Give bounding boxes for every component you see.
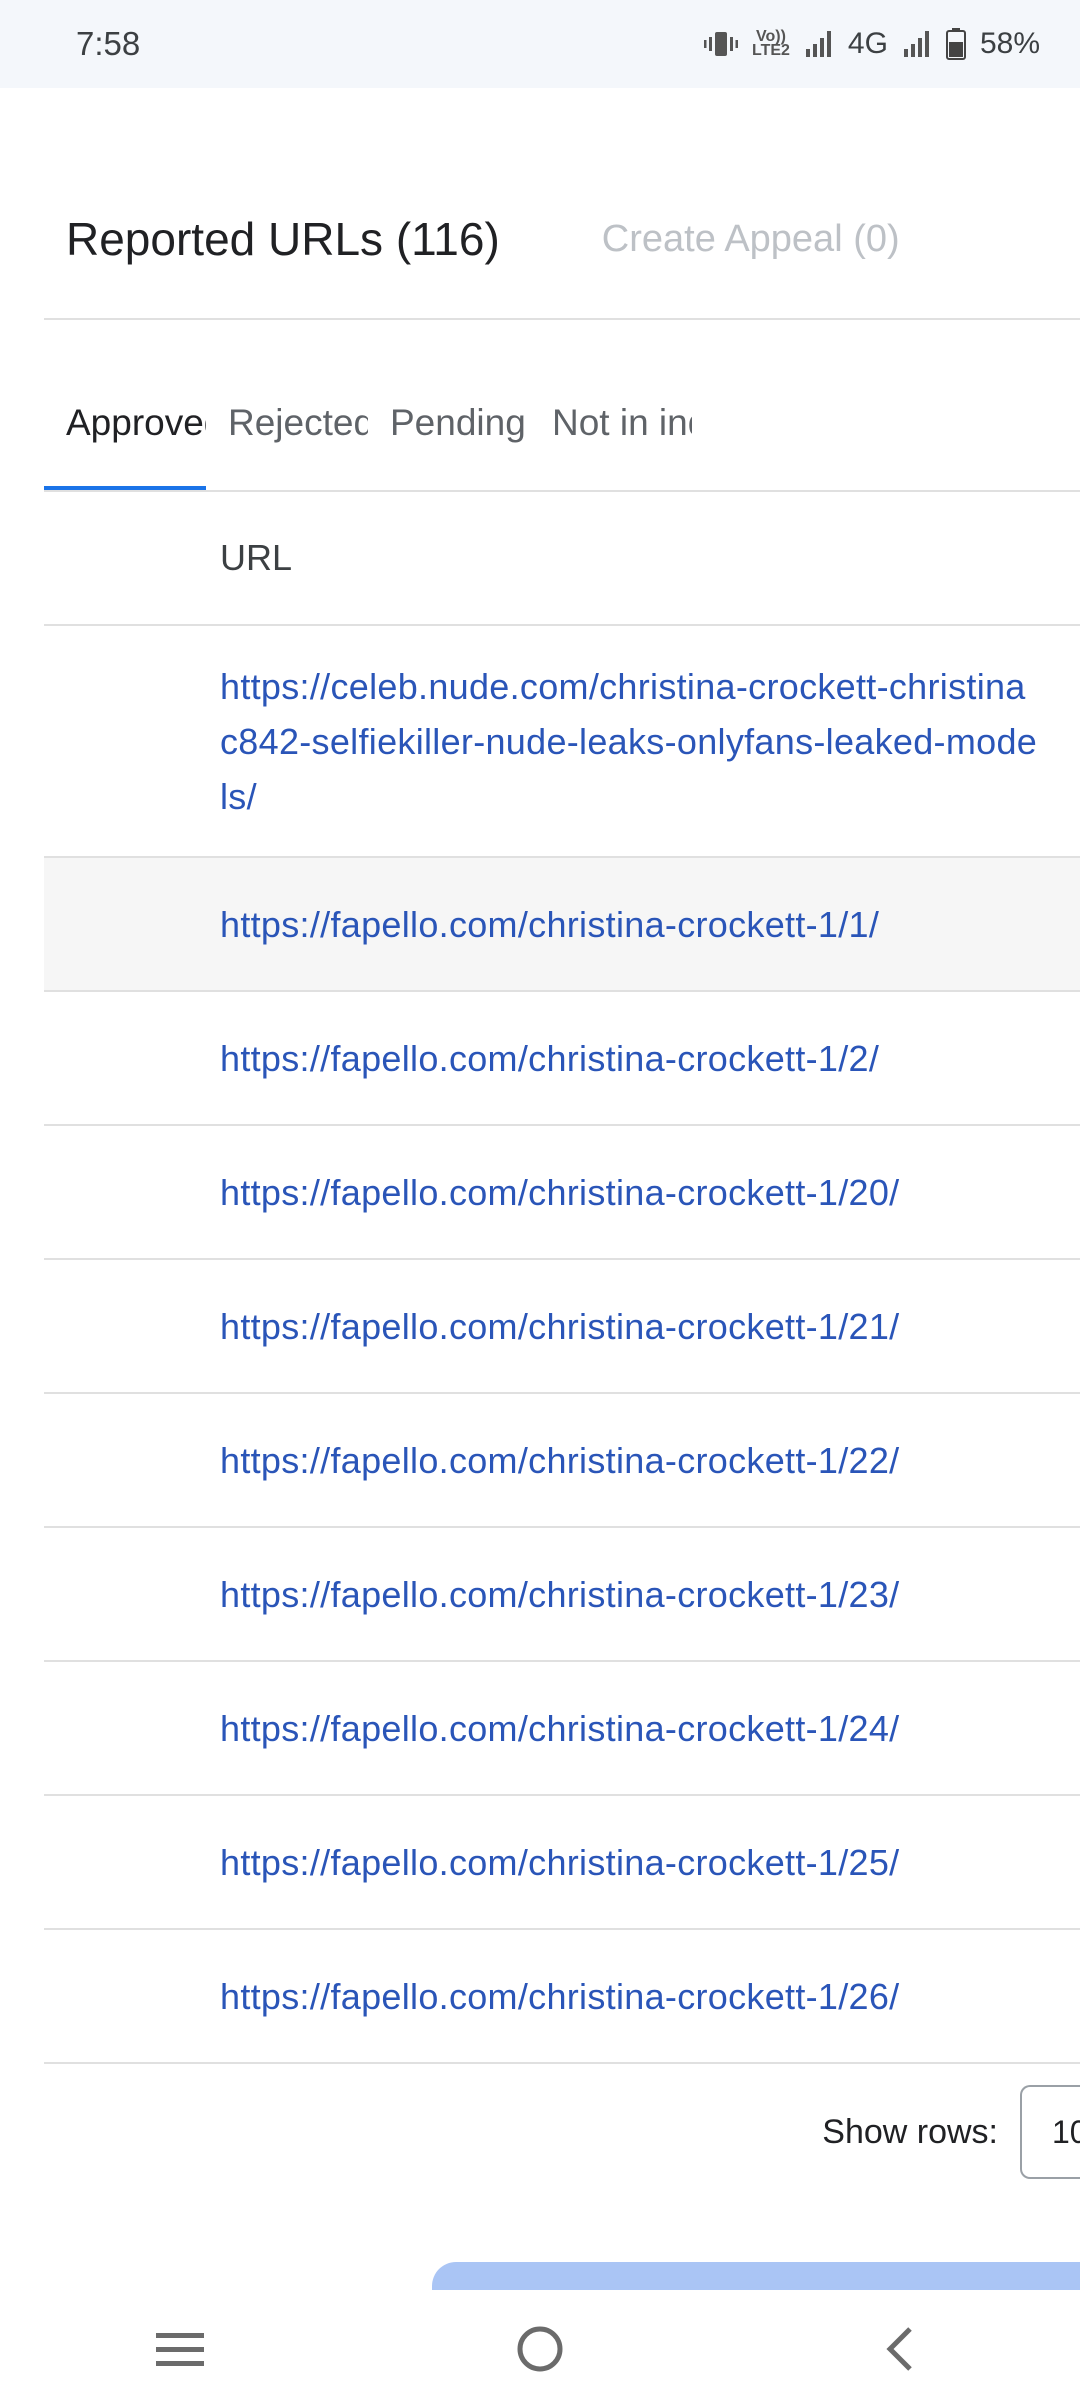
url-link[interactable]: https://fapello.com/christina-crockett-1…: [220, 1165, 899, 1220]
back-button[interactable]: [855, 2304, 945, 2394]
status-time: 7:58: [76, 25, 141, 62]
tab-not-in-index[interactable]: Not in index: [530, 372, 692, 490]
signal-icon-2: [903, 31, 929, 57]
status-bar: 7:58 Vo)) LTE2 4G 58%: [0, 0, 1080, 88]
url-link[interactable]: https://fapello.com/christina-crockett-1…: [220, 1299, 899, 1354]
rows-per-page-value: 10: [1052, 2113, 1080, 2150]
page-header: Reported URLs (116) Create Appeal (0): [44, 160, 1080, 320]
vibrate-icon: [703, 32, 738, 56]
system-nav-bar: [0, 2290, 1080, 2408]
signal-icon: [805, 31, 831, 57]
show-rows-label: Show rows:: [822, 2112, 998, 2151]
table-row: https://fapello.com/christina-crockett-1…: [44, 1662, 1080, 1796]
status-tabs: Approved Rejected Pending Not in index: [44, 372, 1080, 492]
status-icons: Vo)) LTE2 4G 58%: [703, 27, 1040, 61]
home-button[interactable]: [495, 2304, 585, 2394]
table-row: https://fapello.com/christina-crockett-1…: [44, 1394, 1080, 1528]
url-link[interactable]: https://fapello.com/christina-crockett-1…: [220, 1835, 899, 1890]
url-link[interactable]: https://fapello.com/christina-crockett-1…: [220, 1567, 899, 1622]
url-link[interactable]: https://fapello.com/christina-crockett-1…: [220, 897, 879, 952]
table-row: https://fapello.com/christina-crockett-1…: [44, 1930, 1080, 2064]
pagination: Show rows: 10: [44, 2072, 1080, 2192]
url-link[interactable]: https://celeb.nude.com/christina-crocket…: [220, 659, 1040, 824]
table-row: https://fapello.com/christina-crockett-1…: [44, 858, 1080, 992]
table-row: https://fapello.com/christina-crockett-1…: [44, 1126, 1080, 1260]
menu-icon: [156, 2333, 204, 2366]
home-circle-icon: [517, 2326, 563, 2372]
table-row: https://fapello.com/christina-crockett-1…: [44, 992, 1080, 1126]
url-link[interactable]: https://fapello.com/christina-crockett-1…: [220, 1969, 899, 2024]
table-row: https://fapello.com/christina-crockett-1…: [44, 1528, 1080, 1662]
battery-percent: 58%: [979, 27, 1040, 60]
table-row: https://fapello.com/christina-crockett-1…: [44, 1260, 1080, 1394]
network-type: 4G: [847, 27, 888, 60]
url-link[interactable]: https://fapello.com/christina-crockett-1…: [220, 1031, 879, 1086]
url-link[interactable]: https://fapello.com/christina-crockett-1…: [220, 1433, 899, 1488]
page-title: Reported URLs (116): [66, 213, 500, 265]
rows-per-page-select[interactable]: 10: [1020, 2085, 1080, 2179]
tab-rejected[interactable]: Rejected: [206, 372, 368, 490]
table-row: https://celeb.nude.com/christina-crocket…: [44, 626, 1080, 858]
volte-label: Vo)) LTE2: [751, 28, 790, 59]
recent-apps-button[interactable]: [135, 2304, 225, 2394]
tab-approved[interactable]: Approved: [44, 372, 206, 490]
url-link[interactable]: https://fapello.com/christina-crockett-1…: [220, 1701, 899, 1756]
column-header-url[interactable]: URL: [44, 492, 1080, 626]
back-chevron-icon: [886, 2327, 912, 2371]
urls-table: URL https://celeb.nude.com/christina-cro…: [44, 492, 1080, 2064]
battery-icon: [945, 28, 966, 60]
table-row: https://fapello.com/christina-crockett-1…: [44, 1796, 1080, 1930]
tab-pending[interactable]: Pending: [368, 372, 530, 490]
create-appeal-button[interactable]: Create Appeal (0): [602, 218, 900, 261]
